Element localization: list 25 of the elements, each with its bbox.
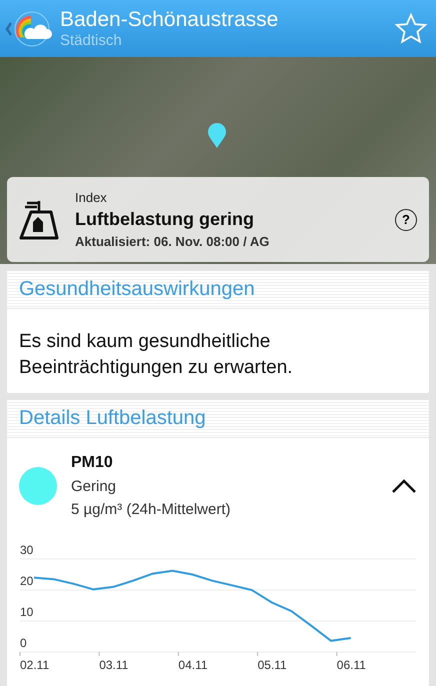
index-status: Luftbelastung gering [75,209,255,230]
index-label: Index [75,190,108,205]
star-icon[interactable] [394,12,428,46]
location-title: Baden-Schönaustrasse [60,8,280,32]
pollutant-rating: Gering [71,478,118,495]
health-text: Es sind kaum gesundheitliche Beeinträchtigungen zu erwarten. [18,330,294,380]
help-button[interactable]: ? [395,208,417,230]
section-heading: Gesundheitsauswirkungen [7,271,429,309]
chevron-icon[interactable] [391,478,417,494]
y-tick-label: 30 [20,543,34,557]
satellite-map[interactable]: Index Luftbelastung gering Aktualisiert: 06. Nov. 08:00 / AG ? [0,57,436,264]
y-tick-label: 20 [20,574,34,588]
update-time: Aktualisiert: 06. Nov. 08:00 / AG [75,234,270,249]
map-pin-icon[interactable] [207,123,227,149]
y-tick-label: 10 [20,605,34,619]
location-subtitle: Städtisch [60,32,123,49]
x-tick-label: 05.11 [258,658,287,672]
x-tick-label: 04.11 [178,658,208,672]
x-tick-label: 03.11 [99,658,128,672]
pollutant-value: 5 µg/m³ (24h-Mittelwert) [71,501,232,518]
pollutant-name: PM10 [71,454,114,472]
x-tick-label: 02.11 [20,658,50,672]
x-tick-label: 06.11 [336,658,366,672]
section-heading: Details Luftbelastung [7,400,429,438]
y-tick-label: 0 [20,636,27,650]
